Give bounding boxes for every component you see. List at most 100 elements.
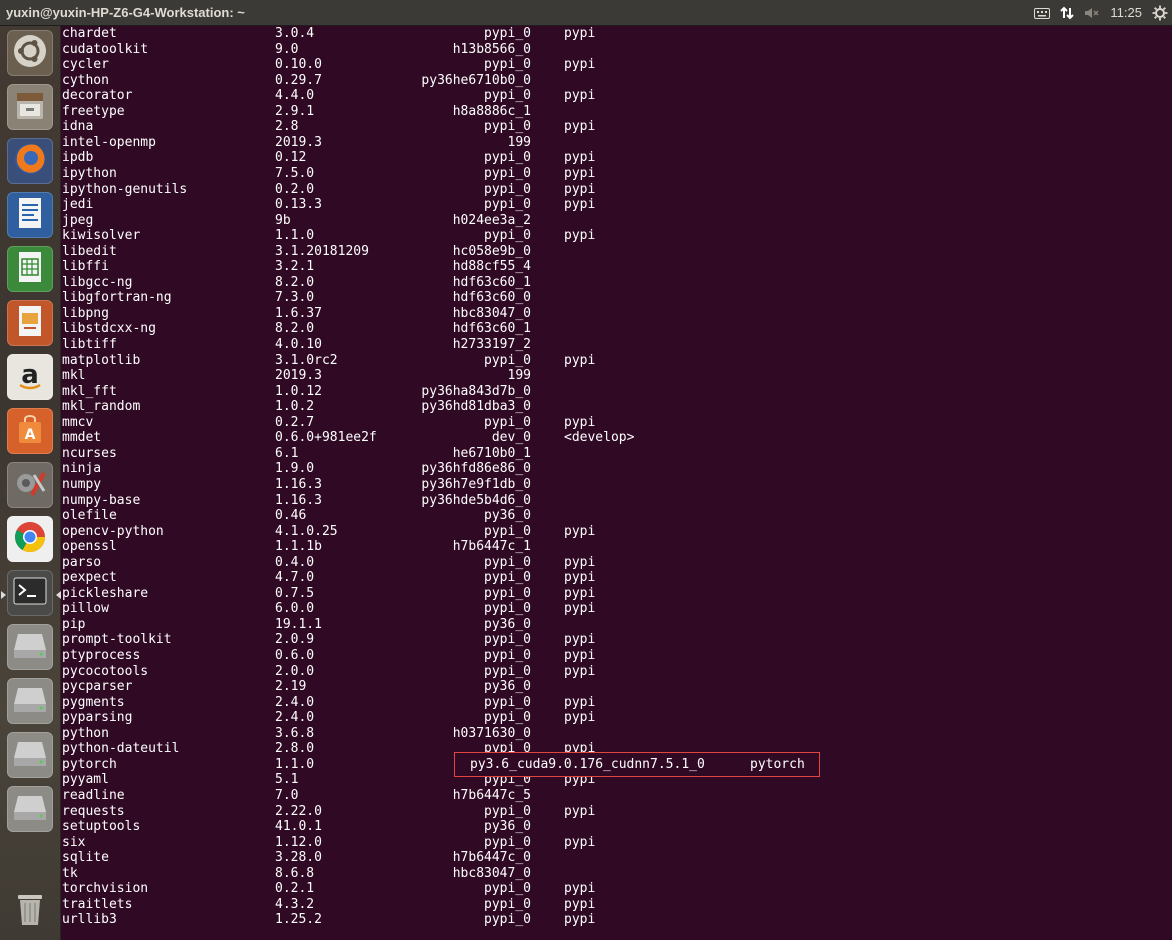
package-build: h7b6447c_1 — [452, 539, 531, 555]
keyboard-icon[interactable] — [1034, 7, 1051, 19]
drive-4-launcher[interactable] — [7, 786, 53, 832]
package-row: ipdb 0.12 pypi_0 pypi — [61, 150, 1161, 166]
package-channel: pypi — [564, 181, 596, 197]
package-version: 0.29.7 — [275, 72, 322, 88]
indicator-area: 11:25 — [1034, 0, 1168, 26]
trash-launcher[interactable] — [7, 888, 53, 934]
package-row: pip 19.1.1 py36_0 — [61, 617, 1161, 633]
package-name: intel-openmp — [62, 134, 156, 150]
package-channel: pypi — [564, 26, 596, 41]
package-build: hbc83047_0 — [452, 305, 531, 321]
package-row: numpy 1.16.3 py36h7e9f1db_0 — [61, 477, 1161, 493]
package-version: 3.0.4 — [275, 26, 315, 41]
package-name: mkl_random — [62, 399, 141, 415]
package-version: 7.3.0 — [275, 290, 315, 306]
package-row: python 3.6.8 h0371630_0 — [61, 726, 1161, 742]
svg-text:a: a — [21, 360, 39, 390]
volume-muted-icon[interactable] — [1084, 7, 1100, 19]
drive-2-launcher[interactable] — [7, 678, 53, 724]
package-build: pypi_0 — [484, 88, 531, 104]
package-version: 2019.3 — [275, 368, 322, 384]
package-build: pypi_0 — [484, 834, 531, 850]
package-name: pycocotools — [62, 663, 149, 679]
package-build: pypi_0 — [484, 710, 531, 726]
package-channel: pypi — [564, 601, 596, 617]
writer-launcher[interactable] — [7, 192, 53, 238]
files-launcher[interactable] — [7, 84, 53, 130]
package-version: 0.46 — [275, 508, 307, 524]
chrome-launcher[interactable] — [7, 516, 53, 562]
package-build: h0371630_0 — [452, 725, 531, 741]
ubuntu-dash-button[interactable] — [7, 30, 53, 76]
package-channel: pypi — [564, 896, 596, 912]
top-panel: yuxin@yuxin-HP-Z6-G4-Workstation: ~ 11:2… — [0, 0, 1172, 26]
firefox-launcher[interactable] — [7, 138, 53, 184]
package-row: libffi 3.2.1 hd88cf55_4 — [61, 259, 1161, 275]
package-build: pypi_0 — [484, 632, 531, 648]
package-version: 3.2.1 — [275, 259, 315, 275]
package-build: hdf63c60_1 — [452, 321, 531, 337]
package-build: pypi_0 — [484, 896, 531, 912]
package-build: pypi_0 — [484, 414, 531, 430]
package-build: h8a8886c_1 — [452, 103, 531, 119]
package-row: libtiff 4.0.10 h2733197_2 — [61, 337, 1161, 353]
package-channel: pypi — [564, 352, 596, 368]
package-row: torchvision 0.2.1 pypi_0 pypi — [61, 881, 1161, 897]
package-version: 1.0.2 — [275, 399, 315, 415]
package-channel: pypi — [564, 648, 596, 663]
amazon-launcher[interactable]: a — [7, 354, 53, 400]
calc-launcher[interactable] — [7, 246, 53, 292]
impress-presentation-icon — [14, 304, 46, 343]
package-version: 2.9.1 — [275, 103, 315, 119]
package-row: tk 8.6.8 hbc83047_0 — [61, 866, 1161, 882]
package-version: 41.0.1 — [275, 819, 322, 835]
package-name: idna — [62, 119, 94, 135]
package-row: requests 2.22.0 pypi_0 pypi — [61, 804, 1161, 820]
package-build: pypi_0 — [484, 26, 531, 41]
package-row: numpy-base 1.16.3 py36hde5b4d6_0 — [61, 493, 1161, 509]
terminal-launcher[interactable] — [7, 570, 53, 616]
package-build: pypi_0 — [484, 648, 531, 663]
package-name: openssl — [62, 539, 117, 555]
package-build: py36hd81dba3_0 — [421, 399, 531, 415]
package-row: libedit 3.1.20181209 hc058e9b_0 — [61, 244, 1161, 260]
package-name: pip — [62, 616, 86, 632]
impress-launcher[interactable] — [7, 300, 53, 346]
package-name: libtiff — [62, 337, 117, 352]
package-row: mmcv 0.2.7 pypi_0 pypi — [61, 415, 1161, 431]
package-name: jpeg — [62, 212, 94, 228]
package-row: setuptools 41.0.1 py36_0 — [61, 819, 1161, 835]
package-channel: pypi — [564, 414, 596, 430]
package-row: mkl_random 1.0.2 py36hd81dba3_0 — [61, 399, 1161, 415]
package-channel: pypi — [564, 881, 596, 897]
gear-power-icon[interactable] — [1152, 5, 1168, 21]
package-version: 2.8 — [275, 119, 299, 135]
package-row: readline 7.0 h7b6447c_5 — [61, 788, 1161, 804]
package-build: pypi_0 — [484, 803, 531, 819]
system-settings-launcher[interactable] — [7, 462, 53, 508]
package-name: pycparser — [62, 679, 133, 695]
drive-1-launcher[interactable] — [7, 624, 53, 670]
software-center-launcher[interactable]: A — [7, 408, 53, 454]
clock-time[interactable]: 11:25 — [1110, 0, 1142, 26]
firefox-icon — [12, 141, 48, 182]
package-version: 2.4.0 — [275, 694, 315, 710]
package-row: openssl 1.1.1b h7b6447c_1 — [61, 539, 1161, 555]
network-updown-icon[interactable] — [1060, 6, 1075, 20]
package-version: 2.8.0 — [275, 741, 315, 757]
package-name: cython — [62, 72, 109, 88]
package-row: prompt-toolkit 2.0.9 pypi_0 pypi — [61, 632, 1161, 648]
package-version: 2019.3 — [275, 134, 322, 150]
package-build: h13b8566_0 — [452, 41, 531, 57]
package-build: h2733197_2 — [452, 337, 531, 352]
package-build: pypi_0 — [484, 197, 531, 213]
package-build: pypi_0 — [484, 228, 531, 244]
package-version: 1.1.1b — [275, 539, 322, 555]
package-row: pexpect 4.7.0 pypi_0 pypi — [61, 570, 1161, 586]
package-channel: pypi — [564, 228, 596, 244]
package-build: pypi_0 — [484, 181, 531, 197]
terminal-output[interactable]: chardet 3.0.4 pypi_0 pypi cudatoolkit 9.0 h13b… — [61, 26, 1172, 940]
package-version: 1.0.12 — [275, 383, 322, 399]
package-row: ptyprocess 0.6.0 pypi_0 pypi — [61, 648, 1161, 664]
drive-3-launcher[interactable] — [7, 732, 53, 778]
